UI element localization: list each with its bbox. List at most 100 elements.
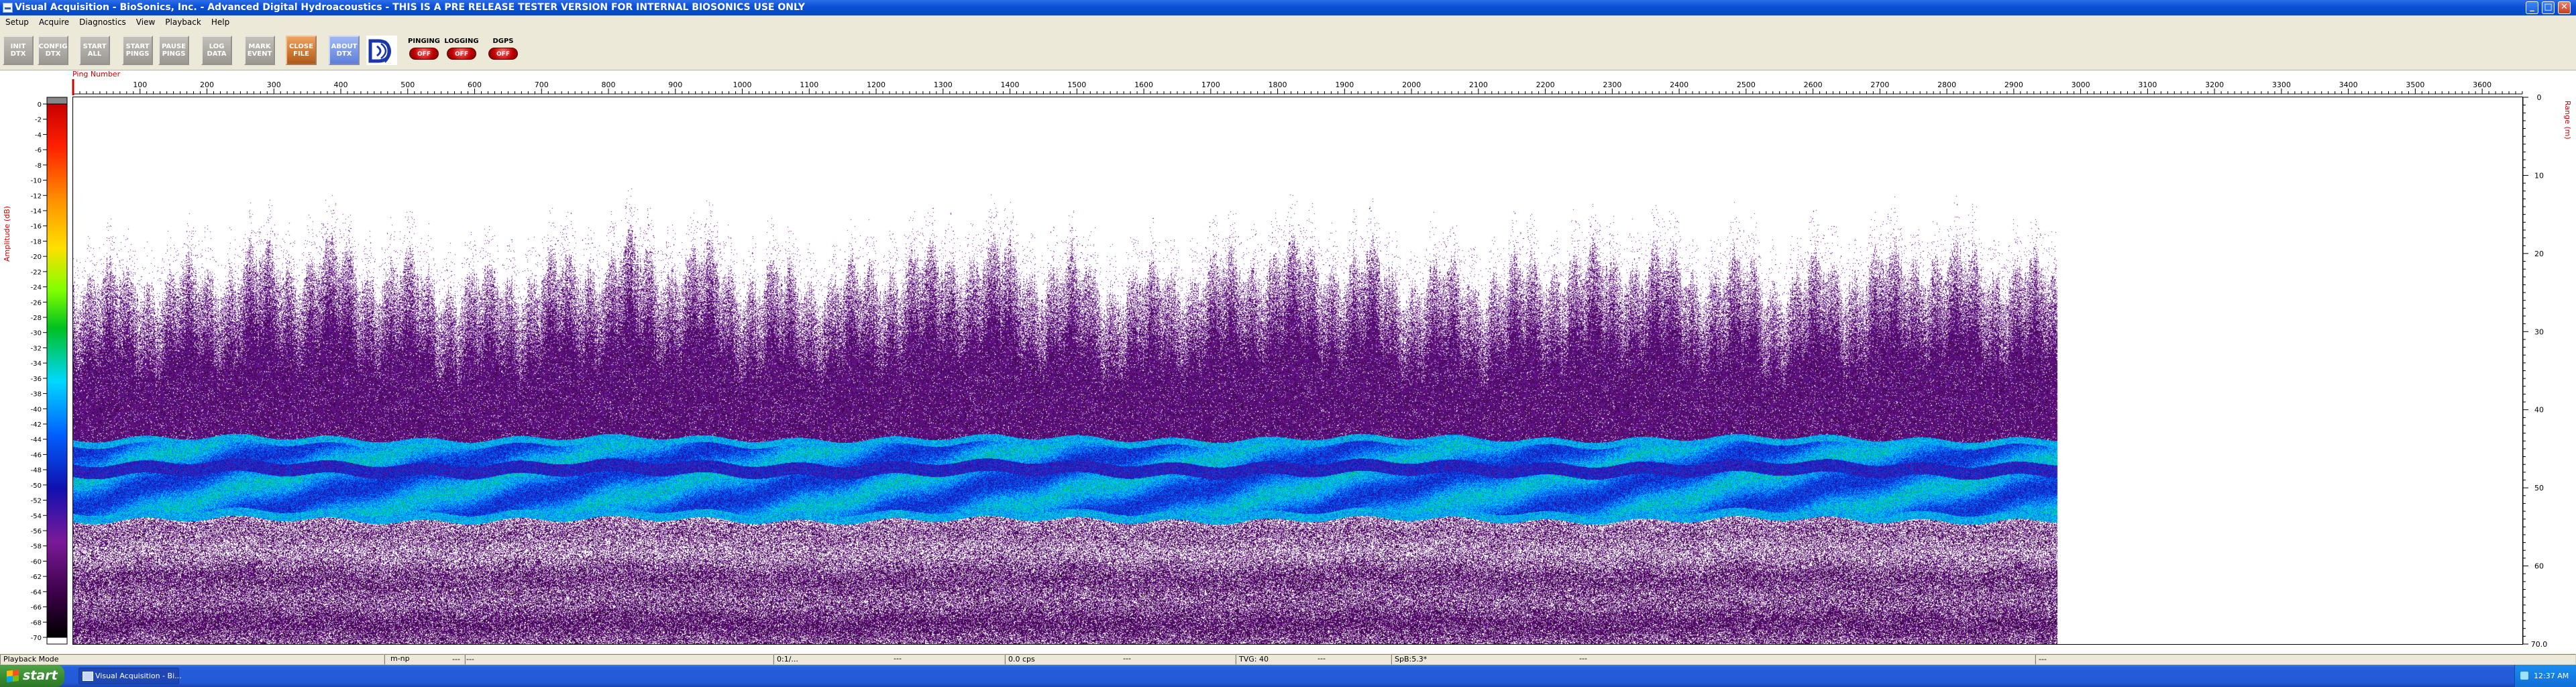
amplitude-tick-label: -70 [31,635,42,642]
range-tick-label: 0 [2537,93,2542,102]
amplitude-tick-label: -22 [31,269,42,276]
amplitude-tick-label: -8 [35,162,42,170]
ping-tick-label: 2800 [1937,81,1956,89]
amplitude-tick-label: -24 [31,284,42,292]
amplitude-tick-label: -50 [31,482,42,490]
ping-tick-label: 2500 [1737,81,1756,89]
network-icon[interactable] [2520,672,2528,680]
ping-tick-label: 3500 [2406,81,2424,89]
status-bar: Playback Mode --- m-np --- 0:1/... --- 0… [0,653,2576,665]
amplitude-tick-label: -36 [31,376,42,383]
ping-tick-label: 3200 [2205,81,2224,89]
amplitude-tick-label: -66 [31,604,42,612]
amplitude-tick-label: -58 [31,543,42,551]
clock: 12:37 AM [2534,672,2569,680]
amplitude-tick-label: -46 [31,452,42,459]
status-sep-4: --- [1123,654,1131,663]
ping-tick-label: 3000 [2072,81,2090,89]
ping-tick-label: 1200 [867,81,885,89]
ping-tick-label: 100 [133,81,147,89]
ping-tick-label: 3300 [2272,81,2291,89]
status-sep-3: --- [894,654,902,663]
range-tick-label: 50 [2534,484,2544,492]
status-tvg: TVG: 40 [1236,654,1391,665]
status-sep-5: --- [1318,654,1326,663]
ping-tick-label: 400 [334,81,348,89]
amplitude-tick-label: -18 [31,238,42,246]
ping-tick-label: 2100 [1469,81,1488,89]
amplitude-tick-label: -12 [31,193,42,200]
ping-tick-label: 3400 [2339,81,2358,89]
ping-tick-label: 200 [200,81,214,89]
amplitude-tick-label: -38 [31,391,42,399]
ping-tick-label: 1400 [1001,81,1020,89]
ping-tick-label: 1500 [1067,81,1086,89]
amplitude-tick-label: -62 [31,574,42,581]
status-sep-2: --- [465,654,773,665]
amplitude-tick-label: -30 [31,330,42,337]
ping-tick-label: 900 [668,81,682,89]
start-label: start [23,668,58,683]
ping-tick-label: 1300 [934,81,953,89]
range-tick-label: 40 [2534,406,2544,415]
amplitude-tick-label: -44 [31,437,42,444]
amplitude-tick-label: -56 [31,528,42,535]
amplitude-tick-label: -64 [31,589,42,596]
amplitude-tick-label: -48 [31,467,42,474]
ping-tick-label: 500 [400,81,415,89]
ping-tick-label: 3600 [2473,81,2491,89]
amplitude-tick-label: -2 [35,117,42,124]
ping-tick-label: 1800 [1269,81,1287,89]
amplitude-tick-label: -40 [31,406,42,413]
amplitude-tick-label: -54 [31,513,42,520]
status-spb: SpB:5.3* [1391,654,2035,665]
ping-tick-label: 800 [602,81,616,89]
amplitude-tick-label: -32 [31,345,42,352]
ping-tick-label: 1900 [1335,81,1354,89]
taskbar-item-visual-acquisition[interactable]: Visual Acquisition - Bi... [78,668,182,684]
ping-tick-label: 2400 [1670,81,1688,89]
ping-tick-label: 600 [468,81,482,89]
ping-tick-label: 2200 [1536,81,1555,89]
ping-tick-label: 1100 [800,81,818,89]
ping-tick-label: 700 [535,81,549,89]
start-button[interactable]: start [0,665,64,687]
amplitude-tick-label: -28 [31,315,42,322]
amplitude-tick-label: -34 [31,360,42,368]
amplitude-tick-label: -14 [31,208,42,215]
ping-tick-label: 1000 [733,81,752,89]
range-tick-label: 60 [2534,562,2544,571]
amplitude-tick-label: -16 [31,223,42,231]
amplitude-tick-label: -52 [31,498,42,505]
ping-tick-label: 2900 [2004,81,2023,89]
status-mode: Playback Mode [0,654,384,665]
windows-flag-icon [7,670,19,682]
amplitude-tick-label: -6 [35,147,42,154]
ping-tick-label: 2600 [1804,81,1823,89]
range-tick-label: 70.0 [2531,640,2548,649]
range-tick-label: 20 [2534,250,2544,258]
ping-tick-label: 2300 [1603,81,1621,89]
amplitude-tick-label: -20 [31,254,42,261]
ping-tick-label: 3100 [2138,81,2157,89]
colorbar-top-swatch [46,97,68,105]
status-time: 0:1/... [773,654,1005,665]
colorbar [46,103,68,638]
range-tick-label: 10 [2534,171,2544,180]
ping-tick-label: 2000 [1402,81,1421,89]
amplitude-tick-label: -60 [31,558,42,566]
echogram-canvas[interactable] [73,97,2067,644]
status-sep-7: --- [2035,654,2576,665]
ping-tick-label: 300 [267,81,281,89]
amplitude-tick-label: -68 [31,619,42,627]
amplitude-tick-label: -42 [31,421,42,429]
status-sep-6: --- [1579,654,1587,663]
status-units: m-np [390,654,410,663]
range-tick-label: 30 [2534,327,2544,336]
ping-tick-label: 2700 [1870,81,1889,89]
amplitude-tick-label: 0 [38,101,42,109]
amplitude-tick-label: -26 [31,299,42,307]
ping-tick-label: 1700 [1201,81,1220,89]
amplitude-tick-label: -4 [35,131,42,139]
ping-tick-label: 1600 [1134,81,1153,89]
